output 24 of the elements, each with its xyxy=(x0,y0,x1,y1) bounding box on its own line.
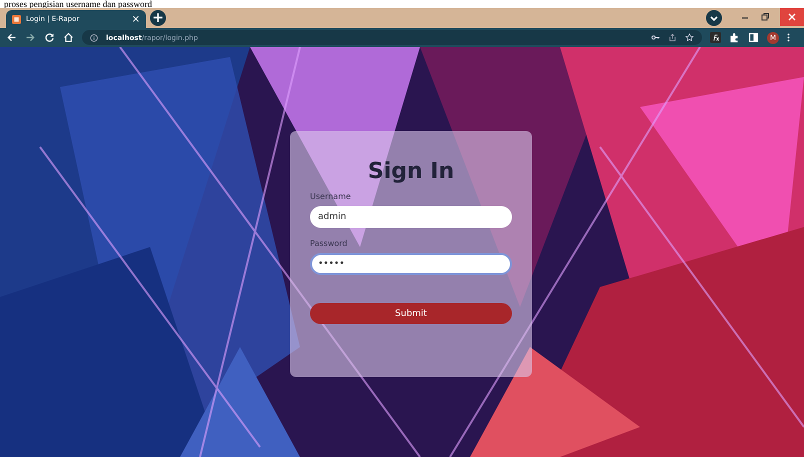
input-field[interactable]: admin xyxy=(310,206,512,228)
puzzle-icon[interactable] xyxy=(729,32,740,43)
tab-search-icon[interactable] xyxy=(706,10,722,26)
field-label: Username xyxy=(310,192,352,201)
star-icon[interactable] xyxy=(685,33,694,42)
submit-button[interactable]: Submit xyxy=(310,303,512,324)
share-icon[interactable] xyxy=(668,33,677,42)
info-icon[interactable] xyxy=(90,34,98,42)
back-icon[interactable] xyxy=(6,32,17,43)
key-icon[interactable] xyxy=(651,33,660,42)
input-field[interactable]: ••••• xyxy=(310,253,512,275)
extension-icon[interactable] xyxy=(710,32,721,43)
home-icon[interactable] xyxy=(63,32,74,43)
field-label: Password xyxy=(310,239,348,248)
new-tab-button[interactable]: + xyxy=(150,10,166,26)
sidebar-icon[interactable] xyxy=(748,32,759,43)
close-icon[interactable] xyxy=(780,8,804,26)
sign-in-heading: Sign In xyxy=(366,159,456,184)
restore-icon[interactable] xyxy=(760,12,770,22)
tab-close-button[interactable]: × xyxy=(132,14,140,24)
favicon-icon xyxy=(12,14,21,24)
reload-icon[interactable] xyxy=(44,32,55,43)
forward-icon[interactable] xyxy=(25,32,36,43)
menu-icon[interactable] xyxy=(787,32,790,43)
